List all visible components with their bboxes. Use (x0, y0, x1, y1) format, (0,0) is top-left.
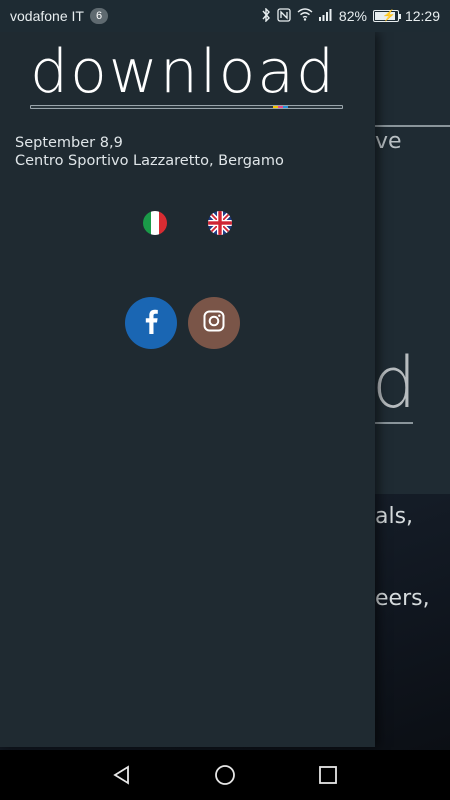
instagram-icon (203, 310, 225, 336)
logo-underline (30, 105, 343, 109)
background-underline (375, 422, 413, 424)
background-divider (375, 125, 450, 127)
recents-icon[interactable] (308, 755, 348, 795)
battery-charging-icon: ⚡ (372, 10, 401, 22)
facebook-icon (143, 308, 159, 338)
facebook-button[interactable] (125, 297, 177, 349)
background-heading-fragment: d (372, 342, 417, 424)
background-text: ve (375, 129, 402, 154)
app-logo[interactable]: download (30, 42, 336, 102)
event-date: September 8,9 (15, 135, 123, 151)
carrier-name: vodafone IT (10, 8, 84, 24)
background-text: als, (375, 504, 414, 529)
system-nav-bar (0, 750, 450, 800)
instagram-button[interactable] (188, 297, 240, 349)
uk-flag-icon[interactable] (208, 211, 232, 235)
bluetooth-icon (261, 6, 271, 25)
event-venue: Centro Sportivo Lazzaretto, Bergamo (15, 153, 284, 169)
battery-percent: 82% (338, 8, 367, 24)
signal-icon (318, 8, 333, 24)
navigation-drawer: download September 8,9 Centro Sportivo L… (0, 32, 375, 747)
nfc-icon (277, 7, 291, 25)
italian-flag-icon[interactable] (143, 211, 167, 235)
status-bar: vodafone IT 6 82% ⚡ 12:29 (0, 0, 450, 32)
background-text: eers, (375, 586, 430, 611)
back-icon[interactable] (102, 755, 142, 795)
wifi-icon (297, 8, 313, 24)
home-icon[interactable] (205, 755, 245, 795)
clock: 12:29 (404, 8, 440, 24)
sim-badge: 6 (89, 8, 109, 24)
